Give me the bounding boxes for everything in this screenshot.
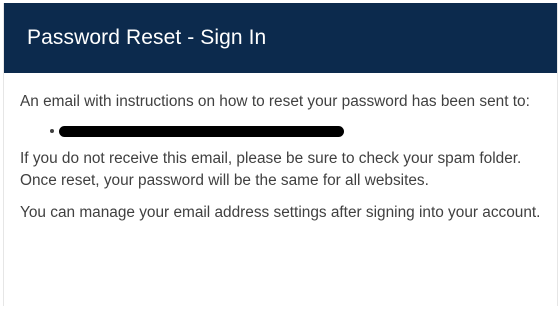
manage-settings-note: You can manage your email address settin… [20, 204, 541, 221]
email-list-item [50, 120, 541, 142]
email-list [20, 120, 541, 142]
intro-text: An email with instructions on how to res… [20, 93, 530, 110]
redacted-email-address [59, 125, 344, 137]
page-title: Password Reset - Sign In [27, 26, 267, 49]
panel-body: An email with instructions on how to res… [4, 73, 557, 224]
password-reset-panel: Password Reset - Sign In An email with i… [3, 3, 558, 306]
bullet-icon [50, 129, 54, 133]
spam-folder-note: If you do not receive this email, please… [20, 150, 522, 189]
panel-header: Password Reset - Sign In [4, 3, 557, 73]
